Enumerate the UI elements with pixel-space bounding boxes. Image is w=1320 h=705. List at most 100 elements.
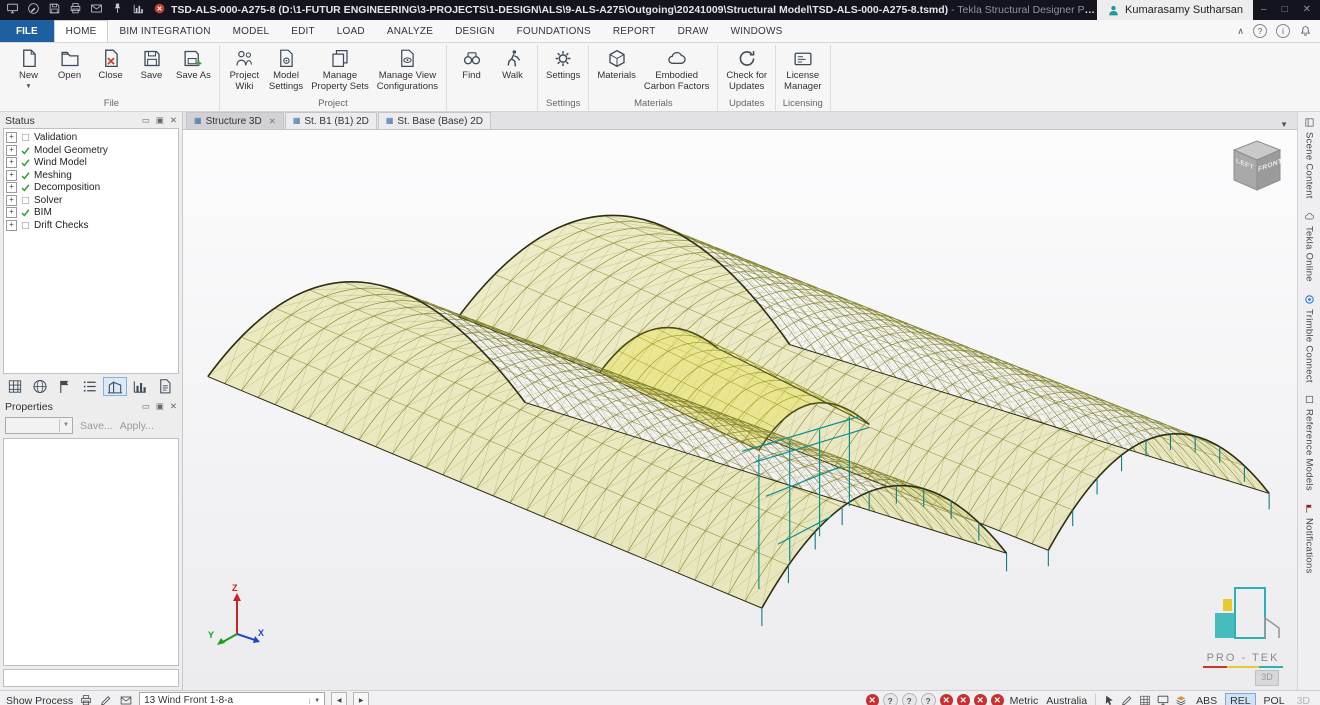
menu-tab-load[interactable]: LOAD xyxy=(326,20,376,42)
question-indicator[interactable]: ? xyxy=(921,693,936,705)
side-tab-trimble-connect[interactable]: Trimble Connect xyxy=(1304,294,1315,383)
menu-tab-analyze[interactable]: ANALYZE xyxy=(376,20,444,42)
flag-icon[interactable] xyxy=(53,377,77,396)
status-item-decomposition[interactable]: +Decomposition xyxy=(6,182,176,194)
navigation-cube[interactable]: LEFT FRONT xyxy=(1227,136,1287,196)
help-icon[interactable]: ? xyxy=(1253,24,1267,38)
structure-3d-scene[interactable] xyxy=(183,130,1297,690)
menu-tab-windows[interactable]: WINDOWS xyxy=(720,20,794,42)
error-indicator[interactable]: ✕ xyxy=(974,694,987,705)
previous-loadcase-button[interactable]: ◀ xyxy=(331,692,347,705)
ribbon-button-model-settings[interactable]: ModelSettings xyxy=(266,45,306,92)
panel-float-icon[interactable]: ▭ xyxy=(142,401,150,412)
menu-tab-file[interactable]: FILE xyxy=(0,20,54,42)
property-set-select[interactable]: ▼ xyxy=(5,417,73,434)
globe-icon[interactable] xyxy=(28,377,52,396)
pin-icon[interactable] xyxy=(110,2,125,15)
grid-icon[interactable] xyxy=(1138,694,1152,705)
toggle-3d[interactable]: 3D xyxy=(1293,694,1314,705)
mail-icon[interactable] xyxy=(89,2,104,15)
panel-close-icon[interactable]: ✕ xyxy=(170,115,177,126)
3d-viewport[interactable]: LEFT FRONT Z Y X xyxy=(183,130,1297,690)
expander-icon[interactable]: + xyxy=(6,145,17,156)
properties-apply-button[interactable]: Apply... xyxy=(120,420,154,432)
ribbon-button-manage-view-configurations[interactable]: Manage ViewConfigurations xyxy=(374,45,441,92)
expander-icon[interactable]: + xyxy=(6,157,17,168)
ribbon-button-check-for-updates[interactable]: Check forUpdates xyxy=(723,45,770,92)
edit-circle-icon[interactable] xyxy=(26,2,41,15)
status-item-bim[interactable]: +BIM xyxy=(6,207,176,219)
save-icon[interactable] xyxy=(47,2,62,15)
maximize-button[interactable]: □ xyxy=(1275,0,1295,20)
menu-tab-home[interactable]: HOME xyxy=(54,20,109,42)
menu-tab-report[interactable]: REPORT xyxy=(602,20,667,42)
printer-icon[interactable] xyxy=(68,2,83,15)
side-tab-reference-models[interactable]: Reference Models xyxy=(1304,394,1315,491)
panel-pin-icon[interactable]: ▣ xyxy=(156,401,164,412)
expander-icon[interactable]: + xyxy=(6,220,17,231)
notifications-bell-icon[interactable] xyxy=(1299,25,1312,38)
expander-icon[interactable]: + xyxy=(6,132,17,143)
menu-tab-bim-integration[interactable]: BIM INTEGRATION xyxy=(108,20,221,42)
question-indicator[interactable]: ? xyxy=(883,693,898,705)
view-tab-st-base-base-2d[interactable]: ▦St. Base (Base) 2D xyxy=(378,112,491,129)
chart-icon[interactable] xyxy=(131,2,146,15)
mail-icon[interactable] xyxy=(119,694,133,705)
report-icon[interactable] xyxy=(153,377,177,396)
printer-icon[interactable] xyxy=(79,694,93,705)
ribbon-button-find[interactable]: Find xyxy=(452,45,491,82)
error-indicator[interactable]: ✕ xyxy=(957,694,970,705)
error-indicator[interactable]: ✕ xyxy=(991,694,1004,705)
collapse-ribbon-icon[interactable]: ∧ xyxy=(1237,26,1244,37)
status-item-solver[interactable]: +Solver xyxy=(6,195,176,207)
pointer-icon[interactable] xyxy=(1102,694,1116,705)
menu-tab-model[interactable]: MODEL xyxy=(222,20,281,42)
ribbon-button-manage-property-sets[interactable]: ManageProperty Sets xyxy=(308,45,372,92)
panel-pin-icon[interactable]: ▣ xyxy=(156,115,164,126)
units-metric-label[interactable]: Metric xyxy=(1008,695,1041,705)
ribbon-button-materials[interactable]: Materials xyxy=(594,45,639,82)
ribbon-button-project-wiki[interactable]: ProjectWiki xyxy=(225,45,264,92)
next-loadcase-button[interactable]: ▶ xyxy=(353,692,369,705)
monitor-icon[interactable] xyxy=(1156,694,1170,705)
toggle-pol[interactable]: POL xyxy=(1260,694,1289,705)
user-account-button[interactable]: Kumarasamy Sutharsan xyxy=(1097,0,1253,20)
info-icon[interactable]: i xyxy=(1276,24,1290,38)
panel-close-icon[interactable]: ✕ xyxy=(170,401,177,412)
pencil-icon[interactable] xyxy=(99,694,113,705)
menu-tab-foundations[interactable]: FOUNDATIONS xyxy=(506,20,602,42)
ribbon-button-walk[interactable]: Walk xyxy=(493,45,532,82)
status-item-wind-model[interactable]: +Wind Model xyxy=(6,157,176,169)
ribbon-button-settings[interactable]: Settings xyxy=(543,45,583,82)
side-tab-notifications[interactable]: Notifications xyxy=(1304,503,1315,574)
chart-icon[interactable] xyxy=(128,377,152,396)
menu-tab-draw[interactable]: DRAW xyxy=(667,20,720,42)
expander-icon[interactable]: + xyxy=(6,207,17,218)
expander-icon[interactable]: + xyxy=(6,182,17,193)
tab-list-icon[interactable]: ▼ xyxy=(1271,120,1297,129)
menu-tab-edit[interactable]: EDIT xyxy=(280,20,326,42)
ribbon-button-save[interactable]: Save xyxy=(132,45,171,82)
side-tab-tekla-online[interactable]: Tekla Online xyxy=(1304,211,1315,282)
pencil-icon[interactable] xyxy=(1120,694,1134,705)
status-item-validation[interactable]: +Validation xyxy=(6,132,176,144)
status-item-meshing[interactable]: +Meshing xyxy=(6,170,176,182)
error-indicator[interactable]: ✕ xyxy=(940,694,953,705)
minimize-button[interactable]: – xyxy=(1254,0,1274,20)
view-tab-st-b1-b1-2d[interactable]: ▦St. B1 (B1) 2D xyxy=(285,112,377,129)
ribbon-button-embodied-carbon-factors[interactable]: EmbodiedCarbon Factors xyxy=(641,45,712,92)
expander-icon[interactable]: + xyxy=(6,170,17,181)
loadcase-combo[interactable]: 13 Wind Front 1-8-a ▼ xyxy=(139,692,325,705)
ribbon-button-open[interactable]: Open xyxy=(50,45,89,82)
ribbon-button-license-manager[interactable]: LicenseManager xyxy=(781,45,825,92)
layers-icon[interactable] xyxy=(1174,694,1188,705)
question-indicator[interactable]: ? xyxy=(902,693,917,705)
status-item-drift-checks[interactable]: +Drift Checks xyxy=(6,220,176,232)
close-button[interactable]: ✕ xyxy=(1296,0,1318,20)
grid-icon[interactable] xyxy=(3,377,27,396)
ribbon-button-new[interactable]: New▼ xyxy=(9,45,48,90)
status-item-model-geometry[interactable]: +Model Geometry xyxy=(6,145,176,157)
expander-icon[interactable]: + xyxy=(6,195,17,206)
properties-save-button[interactable]: Save... xyxy=(80,420,113,432)
close-tab-icon[interactable]: ✕ xyxy=(269,116,276,127)
